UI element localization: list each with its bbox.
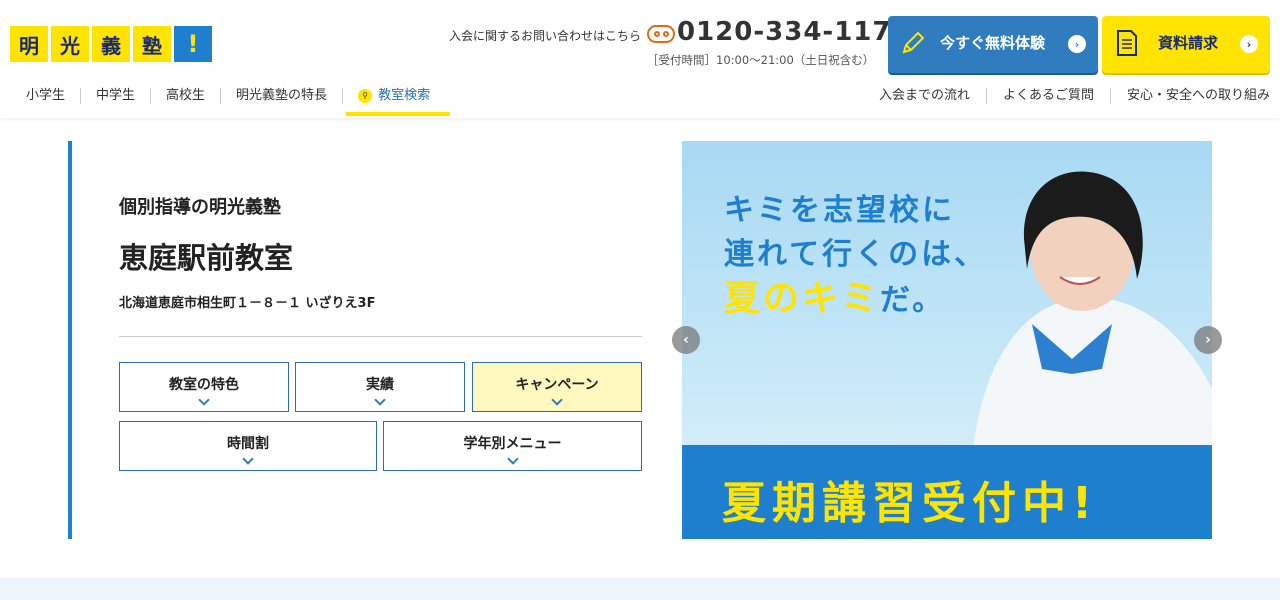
- next-section: [0, 578, 1280, 600]
- brochure-request-label: 資料請求: [1158, 34, 1219, 52]
- logo-char: 光: [51, 26, 89, 62]
- banner-line: 連れて行くのは、: [724, 237, 988, 272]
- banner-line: 夏のキミだ。: [724, 277, 987, 323]
- classroom-address: 北海道恵庭市相生町１－８－１ いざりえ3F: [119, 296, 376, 311]
- campaign-banner[interactable]: キミを志望校に 連れて行くのは、 夏のキミだ。 夏期講習受付中!: [682, 141, 1212, 539]
- tab-features[interactable]: 教室の特色: [119, 362, 289, 412]
- banner-line: キミを志望校に: [724, 193, 955, 228]
- logo-exclamation: !: [174, 26, 212, 62]
- sub-nav: 入会までの流れ よくあるご質問 安心・安全への取り組み: [863, 88, 1270, 104]
- chevron-down-icon: [506, 453, 519, 465]
- banner-line-rest: だ。: [880, 283, 946, 318]
- page-title: 恵庭駅前教室: [119, 241, 294, 275]
- divider: [119, 336, 642, 337]
- arrow-right-icon: ›: [1240, 35, 1258, 53]
- search-icon: ⚲: [358, 89, 373, 103]
- logo-char: 義: [92, 26, 130, 62]
- nav-item-classroom-search[interactable]: ⚲ 教室検索: [342, 88, 445, 104]
- brochure-request-button[interactable]: 資料請求 ›: [1102, 16, 1270, 73]
- document-icon: [1117, 30, 1137, 56]
- banner-copy: キミを志望校に 連れて行くのは、 夏のキミだ。: [724, 189, 987, 323]
- free-dial-icon: [647, 25, 675, 43]
- nav-item-faq[interactable]: よくあるご質問: [985, 88, 1110, 104]
- chevron-down-icon: [198, 394, 210, 406]
- chevron-down-icon: [242, 453, 254, 465]
- chevron-left-icon: ‹: [683, 332, 689, 348]
- nav-item-high-school[interactable]: 高校生: [150, 88, 220, 104]
- tab-grade-menu[interactable]: 学年別メニュー: [383, 421, 642, 471]
- pencil-icon: [902, 31, 925, 54]
- logo-char: 塾: [133, 26, 171, 62]
- tab-label: 学年別メニュー: [463, 436, 562, 452]
- site-logo[interactable]: 明 光 義 塾 !: [10, 26, 212, 62]
- tab-label: 実績: [366, 377, 394, 393]
- slider-next-button[interactable]: ›: [1194, 326, 1222, 354]
- slider-prev-button[interactable]: ‹: [672, 326, 700, 354]
- tab-timetable[interactable]: 時間割: [119, 421, 377, 471]
- nav-item-features[interactable]: 明光義塾の特長: [220, 88, 342, 104]
- chevron-right-icon: ›: [1205, 332, 1211, 348]
- phone-number[interactable]: 0120-334-117: [677, 17, 892, 47]
- brand-subtitle: 個別指導の明光義塾: [119, 197, 281, 218]
- nav-search-label: 教室検索: [378, 88, 431, 103]
- nav-item-safety[interactable]: 安心・安全への取り組み: [1109, 88, 1270, 104]
- chevron-down-icon: [551, 394, 563, 406]
- nav-item-junior-high[interactable]: 中学生: [80, 88, 150, 104]
- main-nav: 小学生 中学生 高校生 明光義塾の特長 ⚲ 教室検索: [12, 88, 445, 104]
- tab-campaign[interactable]: キャンペーン: [472, 362, 642, 412]
- tab-label: キャンペーン: [515, 377, 599, 393]
- nav-item-enrollment-flow[interactable]: 入会までの流れ: [863, 88, 986, 104]
- free-trial-button[interactable]: 今すぐ無料体験 ›: [888, 16, 1098, 73]
- active-nav-indicator: [346, 112, 450, 116]
- tab-results[interactable]: 実績: [295, 362, 465, 412]
- accent-bar: [68, 141, 72, 539]
- tab-label: 教室の特色: [169, 377, 239, 393]
- site-header: 明 光 義 塾 ! 入会に関するお問い合わせはこちら 0120-334-117 …: [0, 0, 1280, 118]
- arrow-right-icon: ›: [1068, 35, 1086, 53]
- tab-label: 時間割: [227, 436, 269, 452]
- banner-highlight: 夏のキミ: [724, 278, 881, 319]
- logo-char: 明: [10, 26, 48, 62]
- inquiry-text: 入会に関するお問い合わせはこちら: [449, 29, 642, 43]
- nav-item-elementary[interactable]: 小学生: [12, 88, 80, 104]
- banner-headline: 夏期講習受付中!: [722, 478, 1099, 529]
- chevron-down-icon: [374, 394, 386, 406]
- free-trial-label: 今すぐ無料体験: [940, 34, 1046, 52]
- reception-hours: ［受付時間］10:00〜21:00（土日祝含む）: [647, 53, 875, 67]
